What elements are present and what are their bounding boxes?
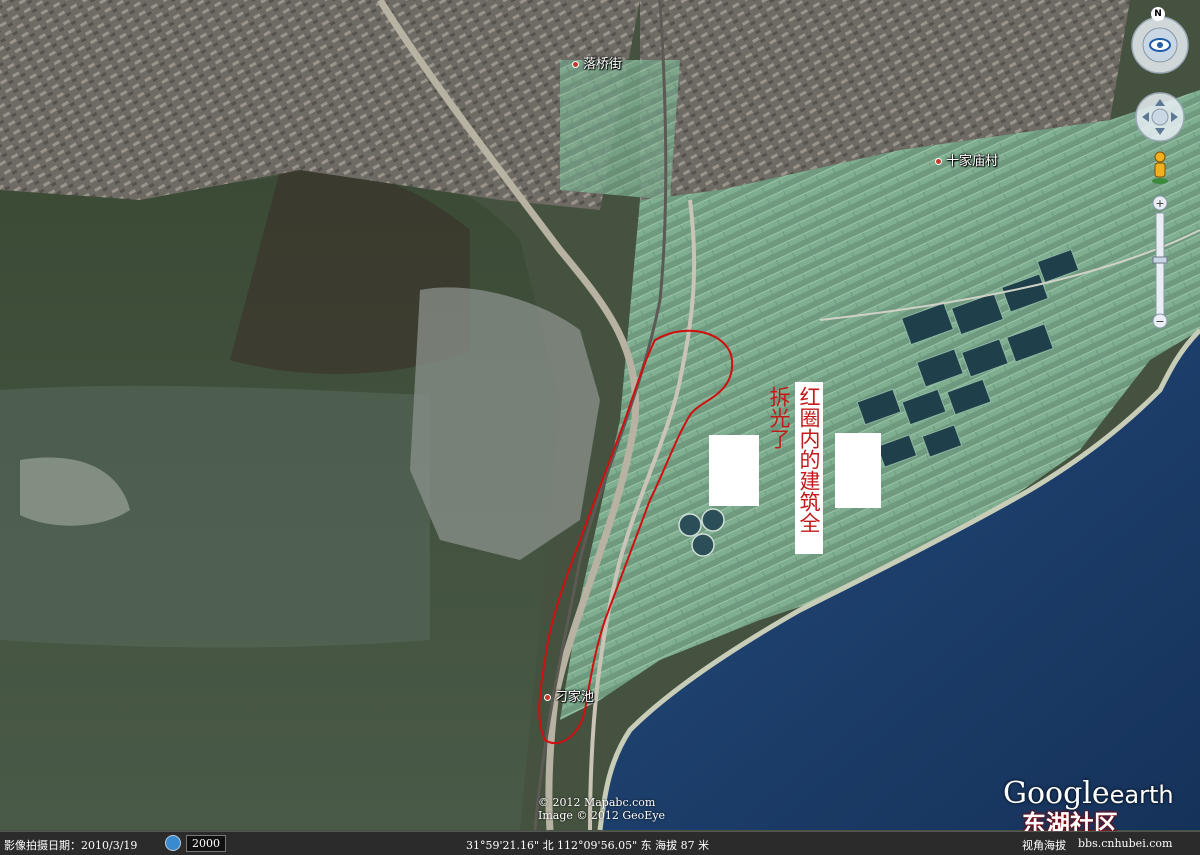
streaming-globe-icon [165,835,181,851]
satellite-map[interactable] [0,0,1200,854]
watermark-url: bbs.cnhubei.com [1078,837,1173,850]
zoom-indicator: 2000 [186,835,226,852]
logo-word-2: earth [1109,781,1174,809]
place-name: 十家庙村 [946,154,999,169]
navigation-controls: + − [1128,5,1190,335]
annotation-text-main: 红圈内的建筑全 [795,382,823,554]
place-name: 落桥街 [583,57,623,72]
coordinates-readout: 31°59'21.16" 北 112°09'56.05" 东 海拔 87 米 [466,839,710,852]
place-label-shijia[interactable]: 十家庙村 [935,150,998,169]
imagery-copyright: © 2012 Mapabc.com Image © 2012 GeoEye [538,796,665,822]
place-marker-icon [572,61,579,68]
place-marker-icon [935,158,942,165]
copyright-line-1: © 2012 Mapabc.com [538,796,656,809]
place-label-luoqiao[interactable]: 落桥街 [572,53,622,72]
place-label-diaojiachi[interactable]: 刁家池 [544,686,594,705]
svg-text:−: − [1155,315,1164,328]
white-patch-left [709,435,759,506]
place-marker-icon [544,694,551,701]
zoom-slider[interactable]: + − [1152,195,1168,329]
nav-controls-graphic: + − [1131,16,1189,329]
imagery-date: 影像拍摄日期：2010/3/19 [4,839,138,852]
street-view-pegman-icon[interactable] [1152,151,1168,184]
place-name: 刁家池 [555,690,595,705]
copyright-line-2: Image © 2012 GeoEye [538,809,666,822]
annotation-text-secondary: 拆光了 [767,386,791,449]
look-ring-icon[interactable] [1131,16,1189,74]
eye-altitude-label: 视角海拔 [1022,839,1066,852]
compass-north-button[interactable]: N [1151,7,1165,21]
move-ring-icon[interactable] [1135,92,1185,142]
svg-text:+: + [1155,197,1164,210]
status-bar: 影像拍摄日期：2010/3/19 2000 31°59'21.16" 北 112… [0,831,1200,855]
white-patch-right [835,433,881,508]
